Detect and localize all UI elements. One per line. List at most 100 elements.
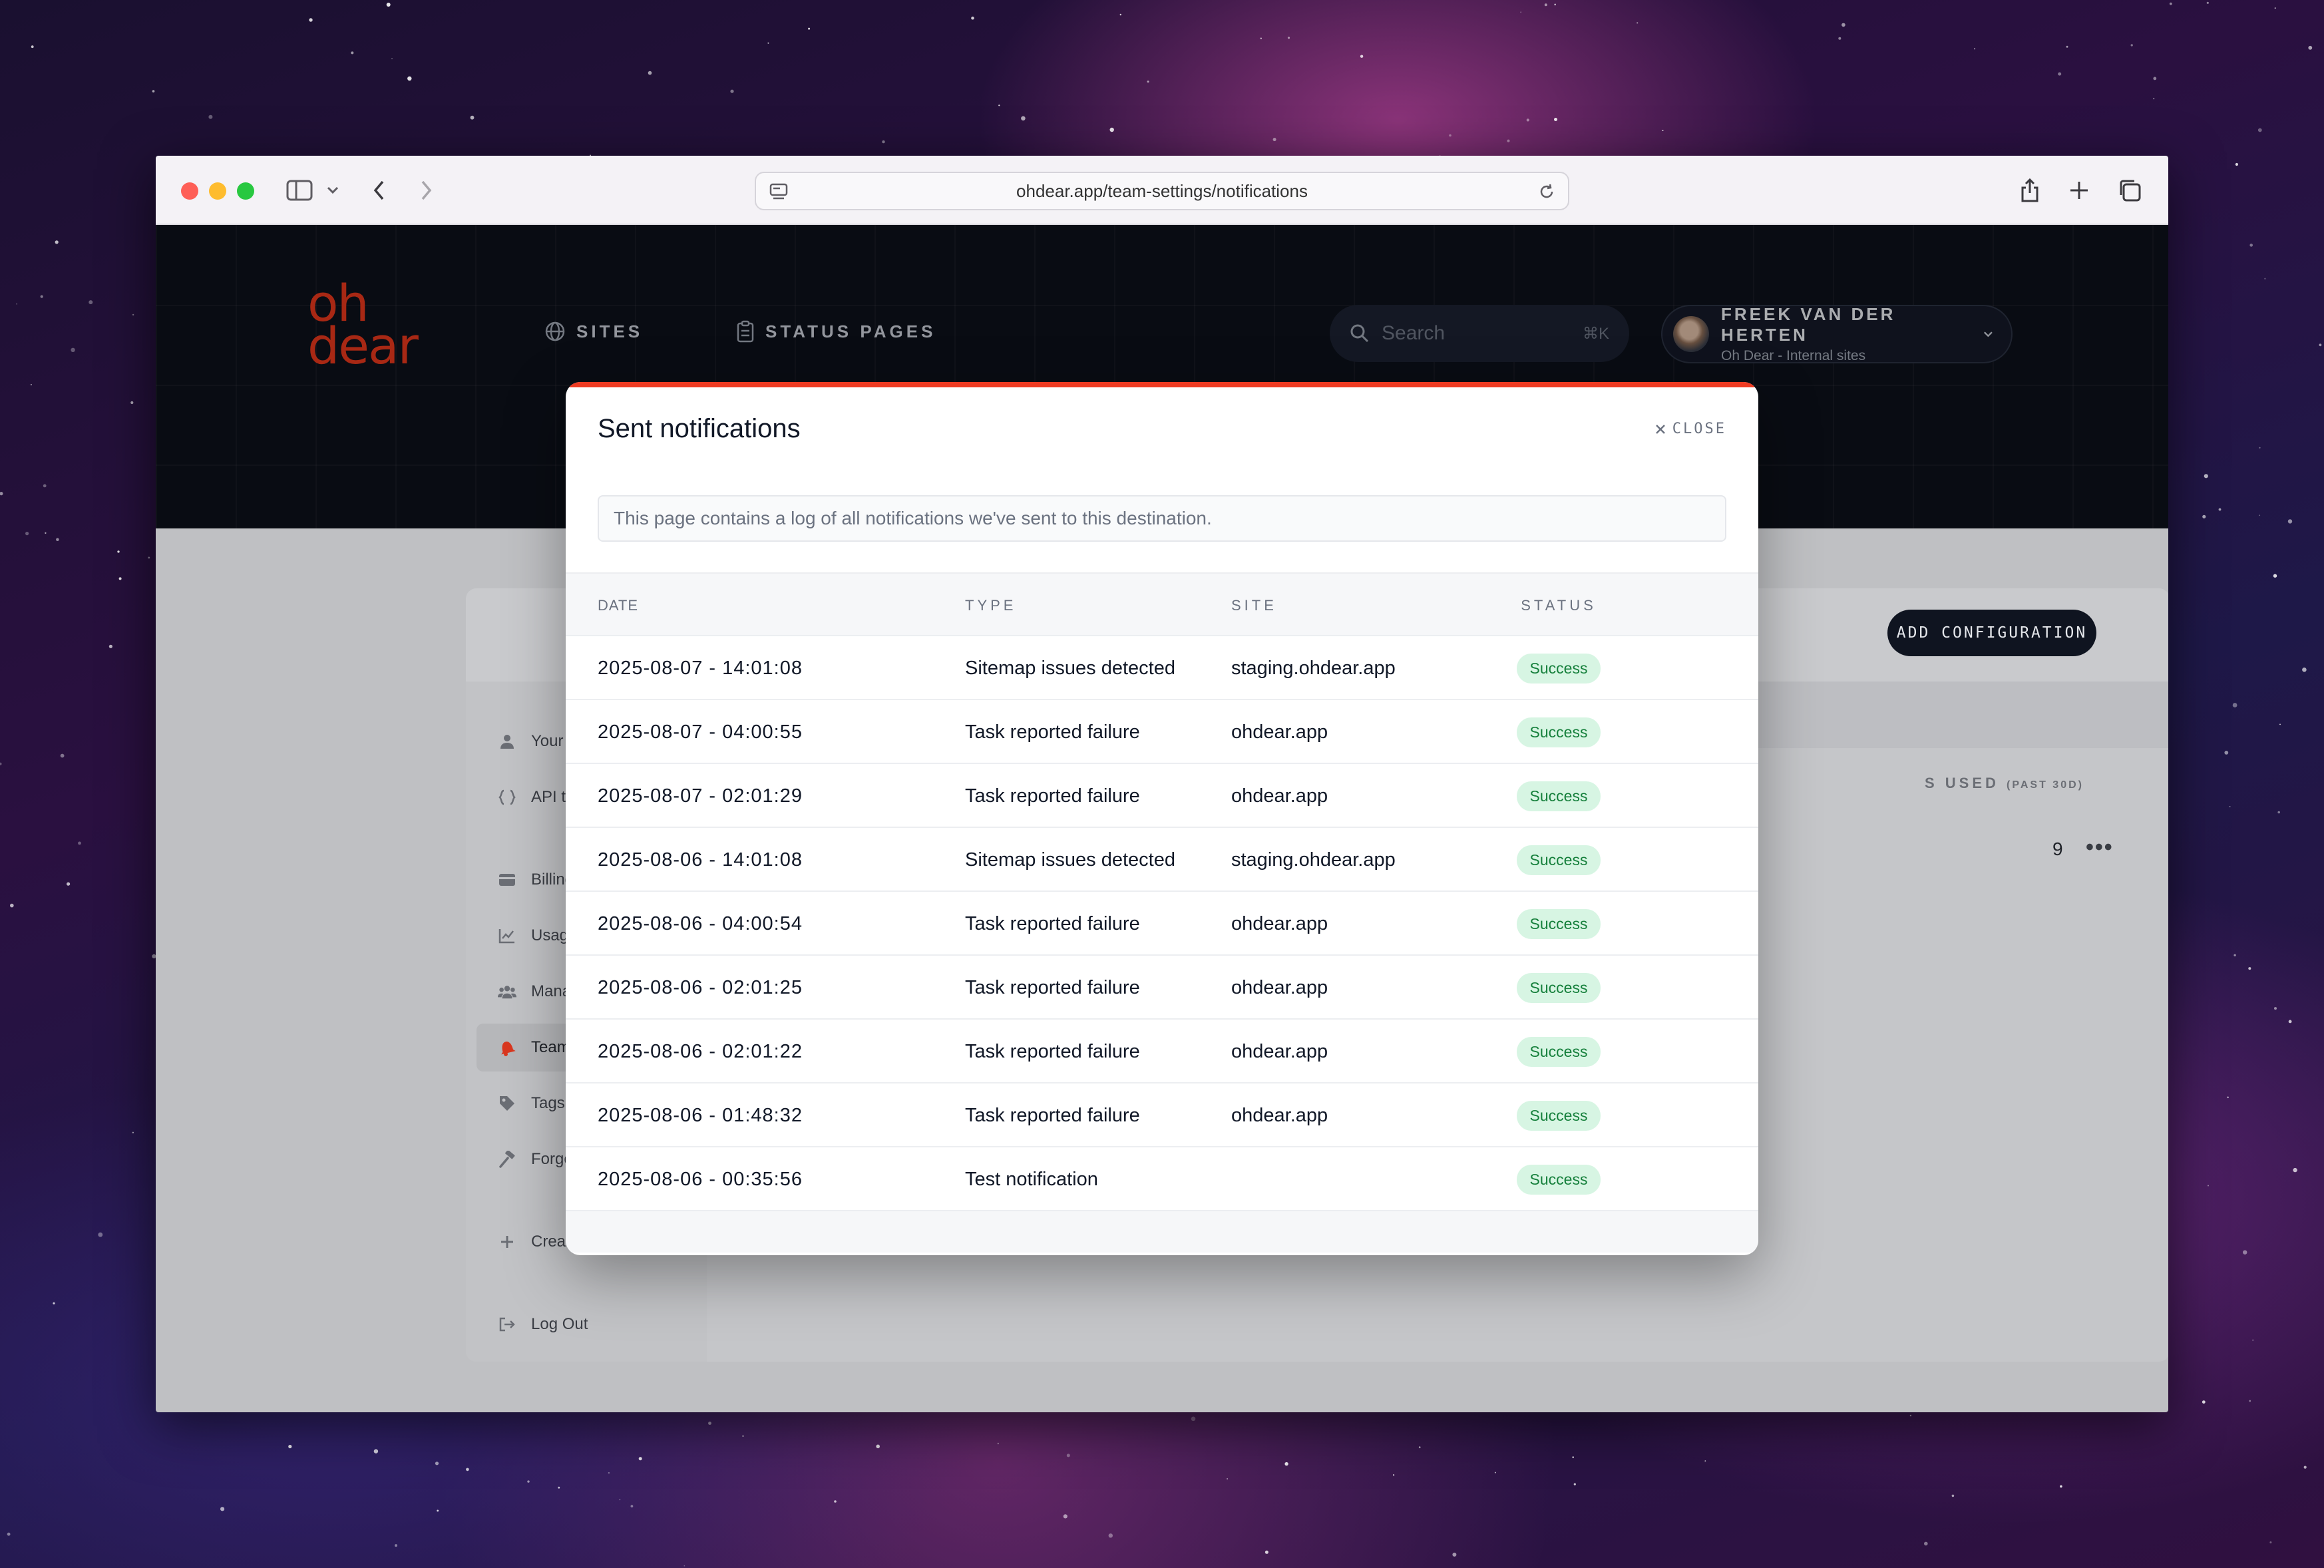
star	[1704, 1460, 1706, 1462]
star	[43, 484, 47, 488]
sidebar-toggle-icon[interactable]	[282, 173, 317, 208]
cell-status: Success	[1359, 764, 1758, 828]
star	[407, 76, 412, 81]
credit-card-icon	[498, 871, 516, 889]
reload-icon[interactable]	[1529, 174, 1564, 209]
star	[2259, 514, 2261, 516]
star	[108, 644, 112, 648]
star	[1951, 1494, 1955, 1497]
star	[437, 1509, 439, 1512]
cell-site: ohdear.app	[1231, 785, 1328, 807]
address-bar[interactable]: ohdear.app/team-settings/notifications	[755, 172, 1569, 210]
star	[1974, 48, 1976, 50]
tab-overview-icon[interactable]	[2112, 173, 2147, 208]
star	[98, 1232, 103, 1237]
cell-date: 2025-08-06 - 00:35:56	[598, 1168, 803, 1190]
column-header-type: TYPE	[965, 597, 1017, 614]
star	[2274, 1007, 2277, 1010]
star	[2202, 514, 2206, 518]
modal-accent-bar	[566, 382, 1758, 387]
star	[730, 89, 734, 93]
star	[1418, 1446, 1421, 1448]
star	[527, 1480, 530, 1483]
cell-date: 2025-08-06 - 04:00:54	[598, 912, 803, 934]
cell-date: 2025-08-07 - 14:01:08	[598, 657, 803, 679]
table-row: 2025-08-06 - 04:00:54 Task reported failu…	[566, 892, 1758, 956]
star	[391, 58, 393, 60]
star	[1021, 116, 1026, 121]
star	[152, 90, 155, 93]
minimize-window-button[interactable]	[209, 182, 226, 200]
chart-icon	[498, 926, 516, 945]
url-text: ohdear.app/team-settings/notifications	[1016, 180, 1308, 201]
add-configuration-button[interactable]: ADD CONFIGURATION	[1887, 610, 2096, 656]
star	[1841, 23, 1845, 27]
star	[2066, 45, 2068, 48]
cell-site: ohdear.app	[1231, 1104, 1328, 1126]
star	[89, 300, 93, 305]
plus-icon	[498, 1233, 516, 1251]
star	[288, 1444, 292, 1449]
chevron-down-icon[interactable]	[315, 173, 350, 208]
star	[997, 1442, 1000, 1445]
star	[2277, 811, 2280, 814]
star	[1393, 1474, 1395, 1476]
braces-icon	[498, 788, 516, 807]
star	[2308, 45, 2313, 50]
star	[2224, 751, 2229, 755]
star	[2232, 703, 2237, 707]
used-column-header: S USED (PAST 30D)	[1925, 775, 2084, 791]
more-options-icon[interactable]: •••	[2086, 835, 2114, 861]
star	[1573, 1483, 1576, 1485]
star	[1227, 1478, 1229, 1479]
star	[55, 240, 59, 244]
back-icon[interactable]	[362, 173, 397, 208]
notifications-table: DATE TYPE SITE STATUS 2025-08-07 - 14:01…	[566, 572, 1758, 1253]
star	[2248, 967, 2251, 970]
star	[2153, 98, 2155, 100]
star	[2287, 519, 2293, 524]
cell-date: 2025-08-06 - 02:01:25	[598, 976, 803, 998]
star	[466, 1468, 469, 1471]
cell-status: Success	[1359, 956, 1758, 1020]
cell-date: 2025-08-06 - 14:01:08	[598, 849, 803, 871]
star	[53, 1302, 55, 1304]
tag-icon	[498, 1094, 516, 1113]
star	[31, 45, 34, 49]
star	[1063, 1514, 1067, 1519]
star	[118, 577, 122, 580]
star	[0, 492, 3, 496]
maximize-window-button[interactable]	[237, 182, 254, 200]
new-tab-icon[interactable]	[2062, 173, 2096, 208]
star	[2204, 474, 2208, 479]
hammer-icon	[498, 1150, 516, 1169]
share-icon[interactable]	[2013, 173, 2047, 208]
star	[2202, 1400, 2206, 1404]
star	[2208, 1185, 2209, 1187]
cell-status: Success	[1359, 700, 1758, 764]
star	[882, 140, 885, 144]
cell-date: 2025-08-07 - 04:00:55	[598, 721, 803, 743]
star	[78, 841, 81, 845]
close-button[interactable]: CLOSE	[1655, 421, 1726, 437]
table-footer	[566, 1211, 1758, 1253]
cell-site: ohdear.app	[1231, 721, 1328, 743]
star	[2060, 1485, 2062, 1488]
cell-site: ohdear.app	[1231, 976, 1328, 998]
forward-icon[interactable]	[409, 173, 443, 208]
star	[1637, 22, 1639, 24]
star	[1554, 118, 1557, 121]
sidebar-item-log-out[interactable]: Log Out	[477, 1300, 693, 1348]
star	[2264, 278, 2266, 280]
star	[71, 347, 75, 352]
table-row: 2025-08-06 - 02:01:25 Task reported failu…	[566, 956, 1758, 1020]
star	[808, 27, 811, 30]
star	[767, 42, 769, 44]
star	[1066, 1454, 1070, 1458]
bell-icon	[498, 1038, 516, 1057]
star	[386, 3, 391, 7]
star	[60, 753, 65, 758]
close-window-button[interactable]	[181, 182, 198, 200]
cell-site: ohdear.app	[1231, 912, 1328, 934]
star	[45, 532, 47, 534]
